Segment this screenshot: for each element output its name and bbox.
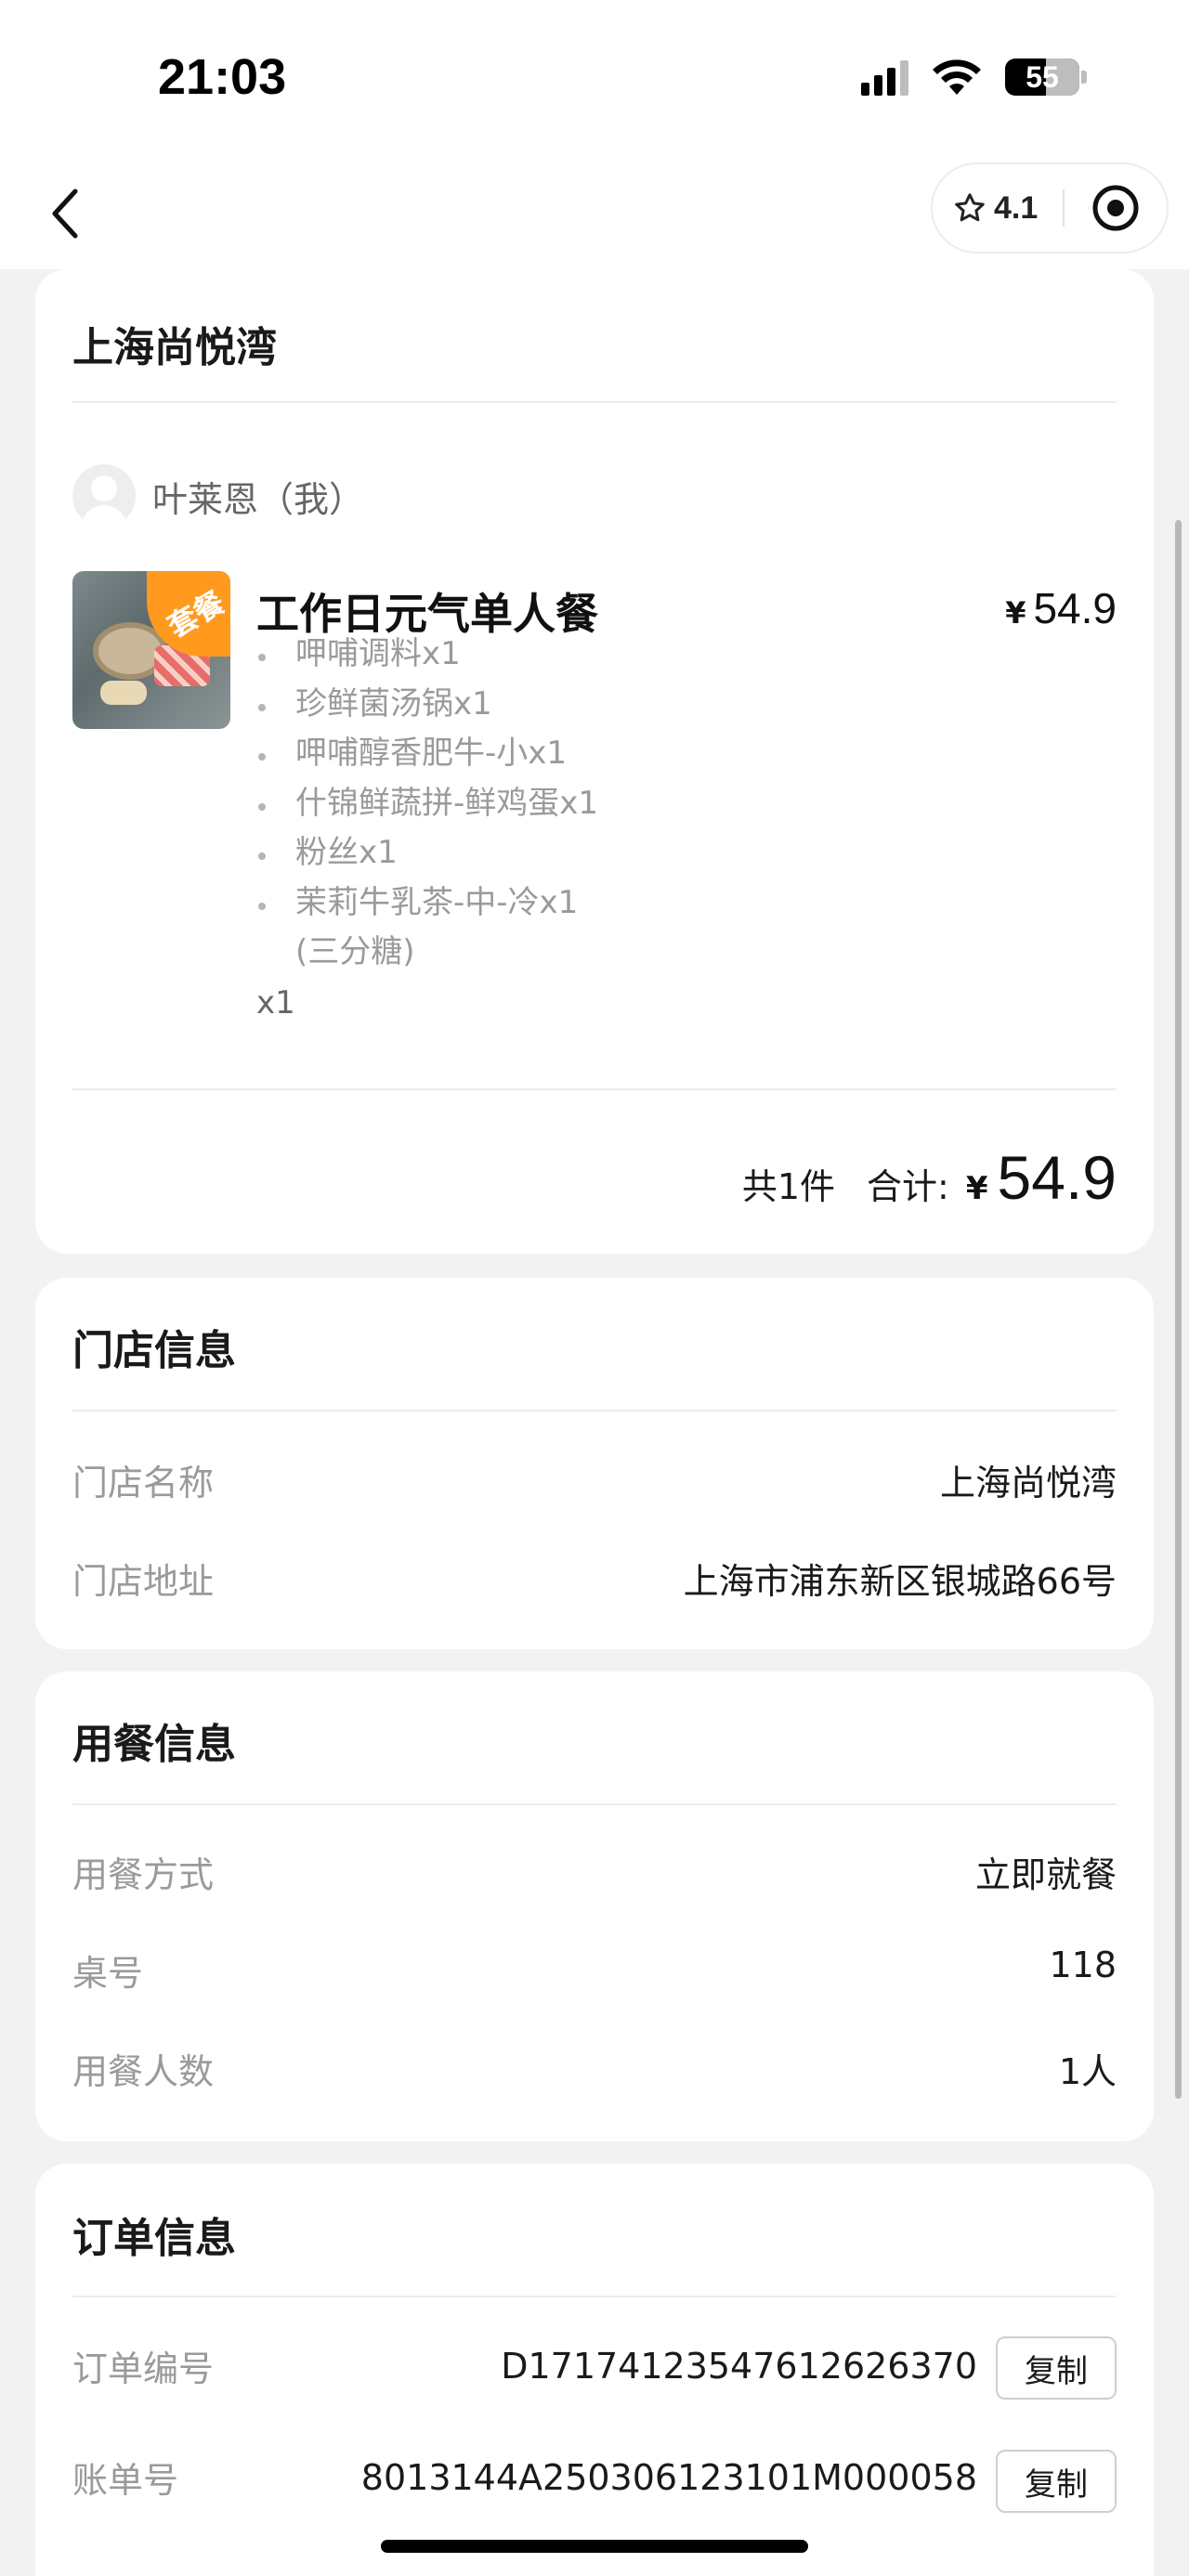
table-number-value: 118 <box>1049 1945 1117 1985</box>
chevron-left-icon <box>52 189 78 239</box>
store-address-label: 门店地址 <box>72 1561 215 1602</box>
combo-badge-label: 套餐 <box>161 584 230 645</box>
combo-item: 珍鲜菌汤锅x1 <box>257 680 598 730</box>
star-outline-icon <box>955 193 985 222</box>
product-price: ¥ 54.9 <box>1005 583 1117 633</box>
status-bar: 21:03 55 <box>0 0 1189 163</box>
section-title: 门店信息 <box>72 1327 236 1374</box>
home-indicator[interactable] <box>381 2540 808 2553</box>
scrollbar[interactable] <box>1175 520 1182 2099</box>
divider <box>72 2296 1117 2297</box>
target-icon <box>1092 185 1139 231</box>
order-number-label: 订单编号 <box>72 2348 215 2389</box>
combo-item-note: (三分糖) <box>295 933 415 970</box>
store-name-value: 上海尚悦湾 <box>939 1463 1117 1503</box>
dining-info-card: 用餐信息 用餐方式 立即就餐 桌号 118 用餐人数 1人 <box>35 1672 1154 2141</box>
nav-bar: 4.1 <box>0 163 1189 269</box>
order-card: 上海尚悦湾 叶莱恩（我） 套餐 工作日元气单人餐 ¥ 54.9 呷哺调料x1 珍… <box>35 269 1154 1254</box>
combo-item-name: 茉莉牛乳茶-中-冷x1 <box>295 883 579 921</box>
copy-order-number-button[interactable]: 复制 <box>996 2336 1117 2400</box>
battery-level: 55 <box>1026 59 1059 94</box>
combo-item: 粉丝x1 <box>257 828 598 878</box>
store-info-card: 门店信息 门店名称 上海尚悦湾 门店地址 上海市浦东新区银城路66号 <box>35 1278 1154 1649</box>
order-info-card: 订单信息 订单编号 D17174123547612626370 复制 账单号 8… <box>35 2164 1154 2576</box>
order-total: 共1件 合计: ¥ 54.9 <box>742 1142 1117 1213</box>
store-title: 上海尚悦湾 <box>72 324 277 371</box>
avatar <box>72 464 136 527</box>
cellular-signal-icon <box>861 59 908 96</box>
store-name-label: 门店名称 <box>72 1463 215 1503</box>
user-name: 叶莱恩（我） <box>152 478 365 520</box>
combo-item: 呷哺醇香肥牛-小x1 <box>257 729 598 779</box>
divider <box>72 1410 1117 1412</box>
order-number-value: D17174123547612626370 <box>501 2346 977 2387</box>
product-price-value: 54.9 <box>1033 584 1117 632</box>
status-time: 21:03 <box>158 49 287 105</box>
bill-number-label: 账单号 <box>72 2460 179 2501</box>
total-label: 合计: <box>867 1166 949 1207</box>
table-number-label: 桌号 <box>72 1953 144 1994</box>
product-quantity: x1 <box>256 984 295 1021</box>
combo-items-list: 呷哺调料x1 珍鲜菌汤锅x1 呷哺醇香肥牛-小x1 什锦鲜蔬拼-鲜鸡蛋x1 粉丝… <box>257 630 598 978</box>
party-size-label: 用餐人数 <box>72 2051 215 2092</box>
dining-mode-value: 立即就餐 <box>974 1854 1117 1895</box>
close-mini-program-button[interactable] <box>1065 184 1167 232</box>
combo-item: 茉莉牛乳茶-中-冷x1 (三分糖) <box>257 878 598 978</box>
currency-symbol: ¥ <box>965 1170 988 1207</box>
item-count: 共1件 <box>741 1166 836 1207</box>
section-title: 用餐信息 <box>72 1721 236 1768</box>
party-size-value: 1人 <box>1058 2051 1117 2092</box>
divider <box>72 1803 1117 1805</box>
bill-number-value: 8013144A250306123101M000058 <box>360 2457 977 2498</box>
wifi-icon <box>931 58 983 97</box>
divider <box>72 401 1117 403</box>
combo-item: 呷哺调料x1 <box>257 630 598 680</box>
store-address-value[interactable]: 上海市浦东新区银城路66号 <box>684 1553 1117 1604</box>
back-button[interactable] <box>37 181 93 246</box>
product-image[interactable]: 套餐 <box>72 571 230 729</box>
divider <box>72 1088 1117 1090</box>
total-amount: 54.9 <box>997 1143 1117 1212</box>
battery-icon: 55 <box>1005 59 1087 96</box>
mini-program-capsule: 4.1 <box>931 163 1169 254</box>
dining-mode-label: 用餐方式 <box>72 1854 215 1895</box>
status-icons: 55 <box>861 58 1087 97</box>
rating-value: 4.1 <box>994 189 1039 226</box>
currency-symbol: ¥ <box>1005 595 1026 631</box>
copy-bill-number-button[interactable]: 复制 <box>996 2450 1117 2513</box>
user-row: 叶莱恩（我） <box>72 464 364 527</box>
rating-button[interactable]: 4.1 <box>933 190 1063 227</box>
combo-item: 什锦鲜蔬拼-鲜鸡蛋x1 <box>257 779 598 829</box>
section-title: 订单信息 <box>72 2215 236 2262</box>
